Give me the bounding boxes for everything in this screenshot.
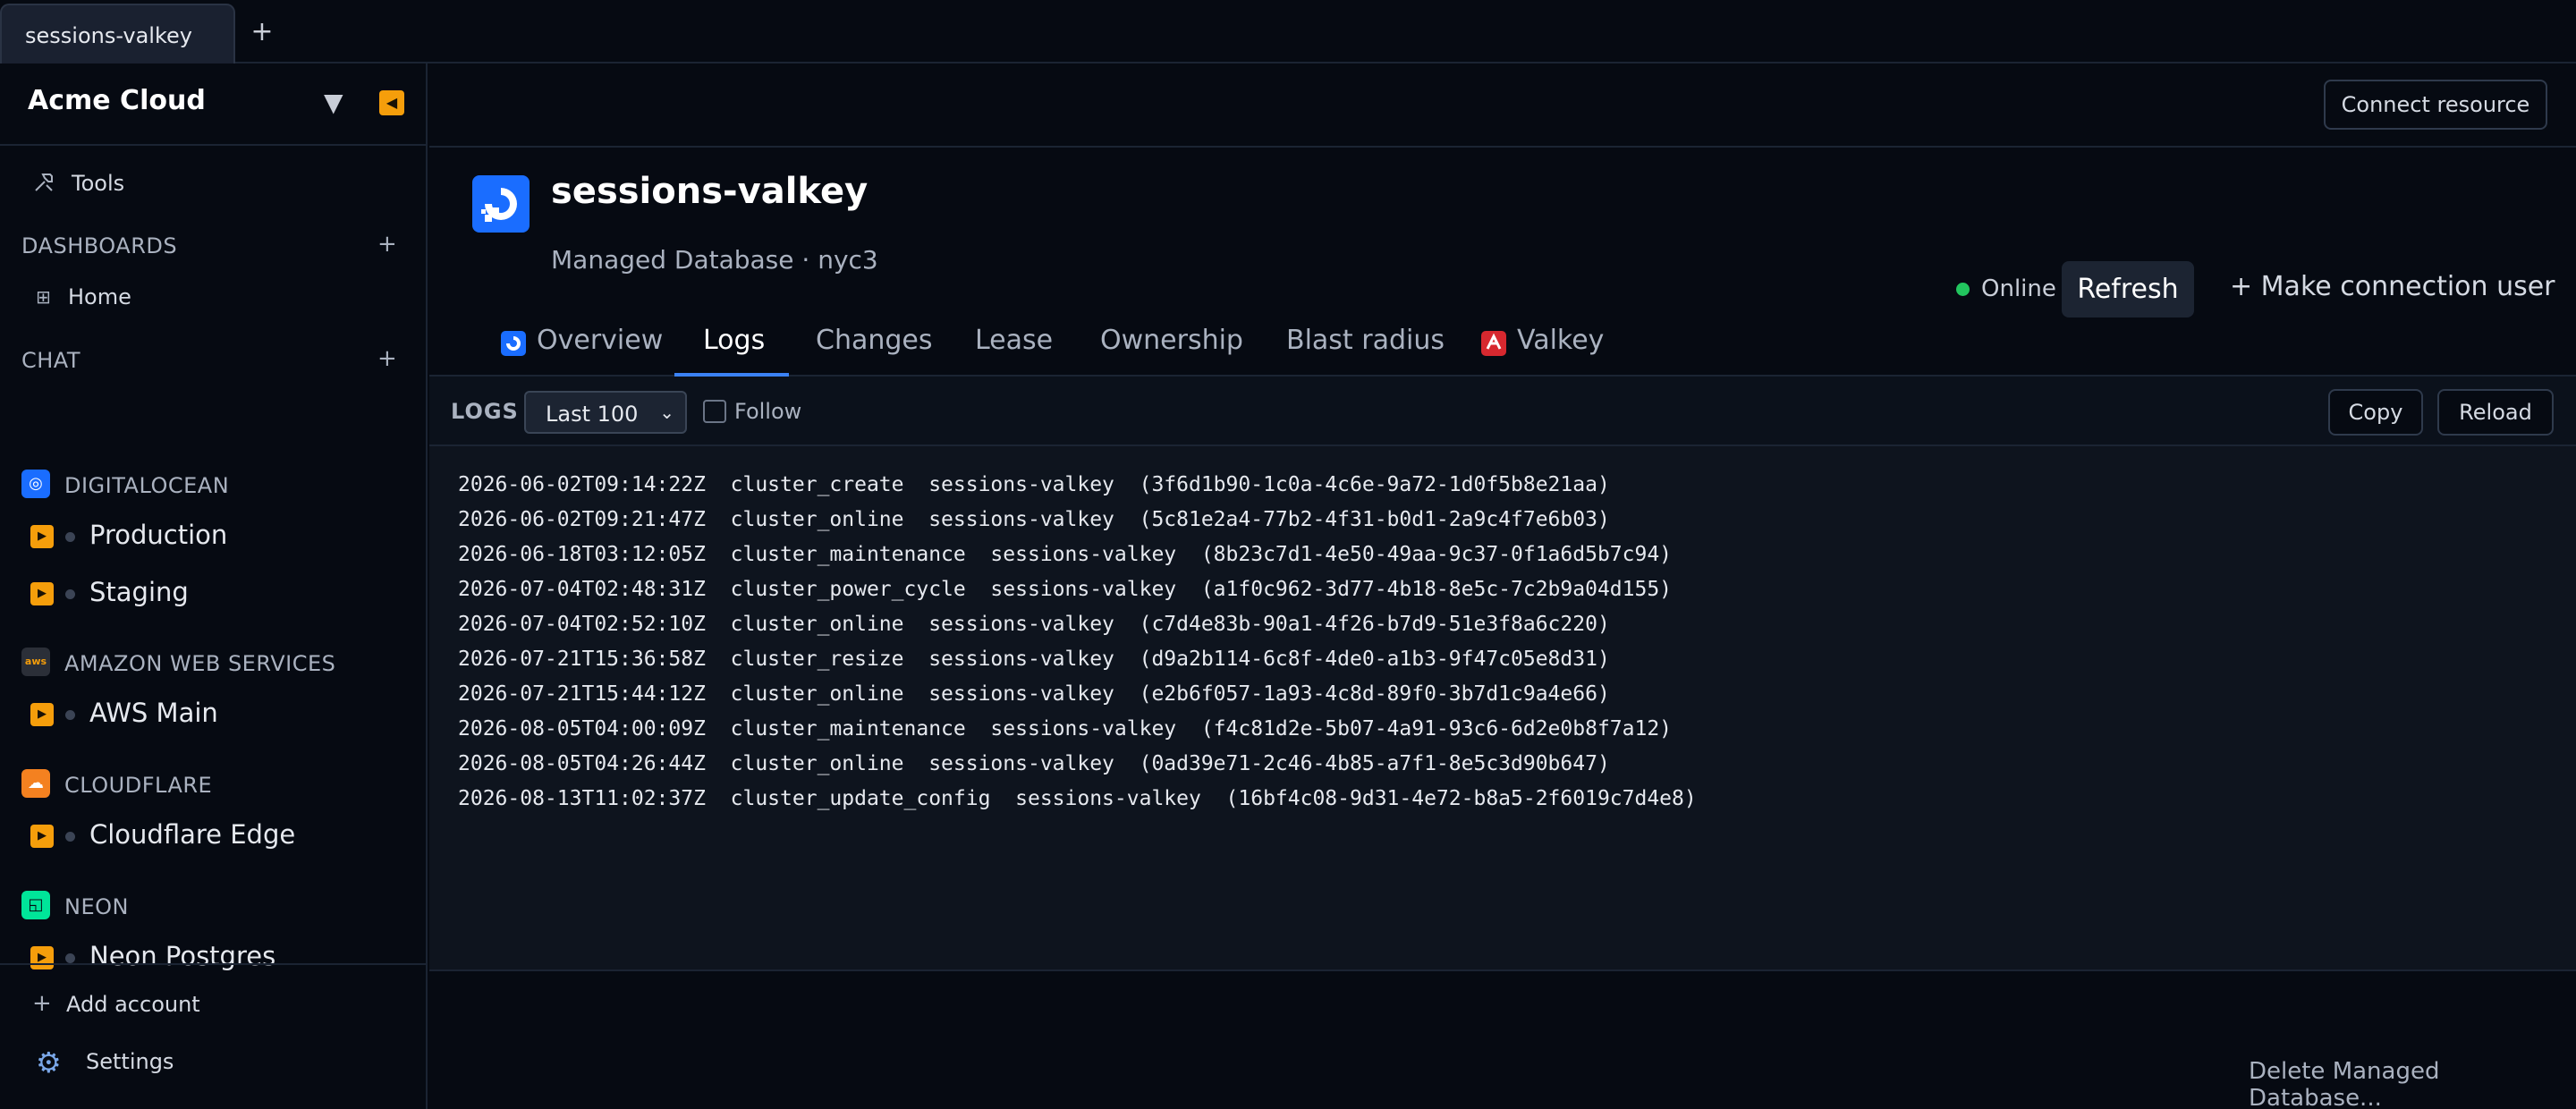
tab-ownership[interactable]: Ownership — [1100, 325, 1243, 356]
status-indicator — [1956, 283, 1970, 296]
sidebar-item-label: Home — [68, 284, 131, 309]
dashboards-heading: DASHBOARDS — [21, 233, 178, 258]
sidebar-item-home[interactable]: ⊞ Home — [0, 272, 426, 322]
digitalocean-icon — [472, 175, 530, 233]
neon-icon: ◱ — [21, 891, 50, 919]
log-line: 2026-08-13T11:02:37Z cluster_update_conf… — [458, 787, 1697, 810]
play-icon[interactable]: ▶ — [30, 703, 54, 726]
chevron-down-icon[interactable]: ▼ — [324, 88, 343, 117]
cloudflare-icon: ☁ — [21, 769, 50, 798]
collapse-sidebar-icon[interactable]: ◀ — [379, 90, 404, 115]
resource-subtitle: Managed Database · nyc3 — [551, 245, 878, 275]
sidebar-item-label: Tools — [72, 171, 125, 196]
status-badge: Online — [1981, 275, 2056, 302]
resource-name: Cloudflare Edge — [89, 819, 296, 850]
page-title: sessions-valkey — [551, 171, 869, 212]
tab-sessions-valkey[interactable]: sessions-valkey — [0, 4, 235, 63]
log-line: 2026-06-02T09:21:47Z cluster_online sess… — [458, 508, 1610, 531]
settings-button[interactable]: ⚙ Settings — [0, 1037, 426, 1087]
delete-database-button[interactable]: Delete Managed Database... — [2249, 1058, 2576, 1109]
status-dot — [65, 532, 75, 542]
grid-icon: ⊞ — [36, 286, 51, 308]
add-chat-button[interactable]: + — [377, 345, 397, 372]
digitalocean-icon — [501, 331, 526, 356]
log-line: 2026-08-05T04:26:44Z cluster_online sess… — [458, 752, 1610, 775]
workspace-name: Acme Cloud — [28, 85, 206, 116]
settings-label: Settings — [86, 1049, 174, 1074]
status-dot — [65, 953, 75, 963]
refresh-button[interactable]: Refresh — [2062, 261, 2194, 317]
log-line: 2026-06-02T09:14:22Z cluster_create sess… — [458, 473, 1610, 496]
sidebar: Acme Cloud ▼ ◀ Tools DASHBOARDS + ⊞ Home… — [0, 63, 428, 1109]
plus-icon: + — [32, 990, 52, 1017]
tab-lease[interactable]: Lease — [975, 325, 1053, 356]
resource-name: Production — [89, 520, 228, 550]
logs-toolbar: LOGS Last 100 ⌄ Follow Copy Reload — [429, 377, 2576, 446]
main-panel: Connect resource sessions-valkey Managed… — [429, 63, 2576, 1109]
reload-button[interactable]: Reload — [2437, 389, 2554, 436]
provider-name: AMAZON WEB SERVICES — [64, 651, 336, 676]
add-account-button[interactable]: + Add account — [0, 979, 426, 1029]
tab-blast-radius[interactable]: Blast radius — [1286, 325, 1445, 356]
tab-label: Valkey — [1517, 325, 1605, 356]
chat-heading: CHAT — [21, 348, 81, 373]
workspace-switcher[interactable]: Acme Cloud ▼ ◀ — [0, 63, 426, 146]
log-line: 2026-07-21T15:44:12Z cluster_online sess… — [458, 682, 1610, 706]
chevron-down-icon: ⌄ — [659, 402, 674, 423]
log-output[interactable]: 2026-06-02T09:14:22Z cluster_create sess… — [429, 446, 2576, 971]
play-icon[interactable]: ▶ — [30, 825, 54, 848]
log-limit-value: Last 100 — [546, 402, 639, 427]
log-limit-select[interactable]: Last 100 ⌄ — [524, 391, 687, 434]
connect-resource-button[interactable]: Connect resource — [2324, 80, 2547, 130]
resource-name: Staging — [89, 577, 189, 607]
sidebar-item-resource[interactable]: ▶ Production — [0, 512, 426, 563]
provider-name: DIGITALOCEAN — [64, 473, 230, 498]
tab-logs[interactable]: Logs — [703, 325, 765, 356]
sidebar-item-resource[interactable]: ▶ Cloudflare Edge — [0, 812, 426, 862]
add-dashboard-button[interactable]: + — [377, 231, 397, 258]
tab-label: sessions-valkey — [25, 23, 192, 48]
resource-name: AWS Main — [89, 698, 218, 728]
provider-name: NEON — [64, 894, 129, 919]
tab-label: Overview — [537, 325, 664, 356]
log-line: 2026-07-21T15:36:58Z cluster_resize sess… — [458, 648, 1610, 671]
log-line: 2026-08-05T04:00:09Z cluster_maintenance… — [458, 717, 1673, 741]
follow-label[interactable]: Follow — [734, 399, 801, 424]
tools-icon — [32, 171, 55, 199]
add-account-label: Add account — [66, 992, 200, 1017]
valkey-icon — [1481, 331, 1506, 356]
copy-button[interactable]: Copy — [2328, 389, 2423, 436]
make-connection-user-button[interactable]: + Make connection user — [2230, 271, 2555, 302]
sidebar-item-resource[interactable]: ▶ AWS Main — [0, 690, 426, 741]
play-icon[interactable]: ▶ — [30, 582, 54, 605]
gear-icon: ⚙ — [36, 1046, 62, 1079]
tab-changes[interactable]: Changes — [816, 325, 933, 356]
log-line: 2026-06-18T03:12:05Z cluster_maintenance… — [458, 543, 1673, 566]
aws-icon: aws — [21, 648, 50, 676]
sidebar-footer: + Add account ⚙ Settings — [0, 963, 426, 1109]
tab-strip: sessions-valkey + — [0, 0, 2576, 63]
sidebar-item-tools[interactable]: Tools — [0, 158, 426, 208]
status-dot — [65, 832, 75, 842]
digitalocean-icon: ◎ — [21, 470, 50, 498]
logs-heading: LOGS — [451, 399, 519, 424]
top-toolbar: Connect resource — [429, 63, 2576, 148]
log-line: 2026-07-04T02:52:10Z cluster_online sess… — [458, 613, 1610, 636]
status-dot — [65, 710, 75, 720]
sidebar-item-resource[interactable]: ▶ Staging — [0, 570, 426, 620]
follow-checkbox[interactable] — [703, 400, 726, 423]
play-icon[interactable]: ▶ — [30, 525, 54, 548]
plus-icon[interactable]: + — [249, 14, 275, 50]
log-line: 2026-07-04T02:48:31Z cluster_power_cycle… — [458, 578, 1673, 601]
provider-name: CLOUDFLARE — [64, 773, 213, 798]
status-dot — [65, 589, 75, 599]
